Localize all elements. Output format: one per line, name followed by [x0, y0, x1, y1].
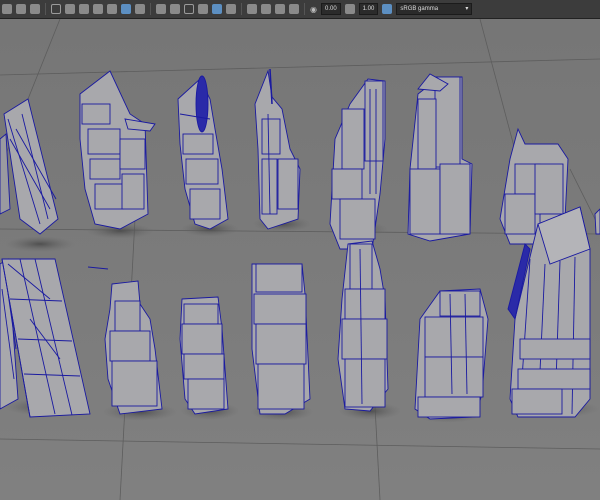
- gamma-field[interactable]: 1.00: [358, 3, 379, 15]
- exposure-icon[interactable]: [289, 4, 299, 14]
- move-icon[interactable]: [51, 4, 61, 14]
- color-space-label: sRGB gamma: [400, 6, 439, 12]
- lasso-icon[interactable]: [16, 4, 26, 14]
- building-model[interactable]: [414, 288, 489, 420]
- separator: [45, 3, 46, 15]
- shaded-icon[interactable]: [135, 4, 145, 14]
- scale-icon[interactable]: [79, 4, 89, 14]
- textured-icon[interactable]: [156, 4, 166, 14]
- exposure-icon[interactable]: [247, 4, 257, 14]
- separator: [304, 3, 305, 15]
- exposure-icon[interactable]: ◉: [310, 5, 317, 14]
- building-model[interactable]: [594, 208, 600, 235]
- gamma-icon[interactable]: [344, 4, 355, 14]
- viewport-scene[interactable]: [0, 19, 600, 500]
- xray-icon[interactable]: [226, 4, 236, 14]
- building-model[interactable]: [251, 263, 311, 415]
- building-model[interactable]: [177, 75, 229, 230]
- building-model[interactable]: [79, 70, 156, 230]
- building-model[interactable]: [0, 98, 59, 235]
- exposure-field[interactable]: 0.00: [320, 3, 341, 15]
- ao-icon[interactable]: [198, 4, 208, 14]
- building-model[interactable]: [254, 68, 301, 230]
- separator: [150, 3, 151, 15]
- separator: [241, 3, 242, 15]
- shadows-icon[interactable]: [184, 4, 194, 14]
- exposure-icon[interactable]: [275, 4, 285, 14]
- color-management-icon[interactable]: [382, 4, 393, 14]
- rotate-icon[interactable]: [65, 4, 75, 14]
- paint-icon[interactable]: [30, 4, 40, 14]
- lights-icon[interactable]: [170, 4, 180, 14]
- isolate-icon[interactable]: [212, 4, 222, 14]
- select-icon[interactable]: [2, 4, 12, 14]
- wireframe-icon[interactable]: [121, 4, 131, 14]
- viewport-toolbar: ◉ 0.00 1.00 sRGB gamma ▾: [0, 0, 600, 19]
- building-model[interactable]: [87, 266, 163, 415]
- exposure-icon[interactable]: [261, 4, 271, 14]
- building-model[interactable]: [407, 73, 473, 242]
- camera-icon[interactable]: [93, 4, 103, 14]
- building-model[interactable]: [179, 296, 229, 415]
- grid-icon[interactable]: [107, 4, 117, 14]
- building-model[interactable]: [337, 240, 389, 412]
- color-space-dropdown[interactable]: sRGB gamma ▾: [396, 3, 473, 15]
- chevron-down-icon: ▾: [465, 6, 469, 12]
- 3d-viewport[interactable]: [0, 19, 600, 500]
